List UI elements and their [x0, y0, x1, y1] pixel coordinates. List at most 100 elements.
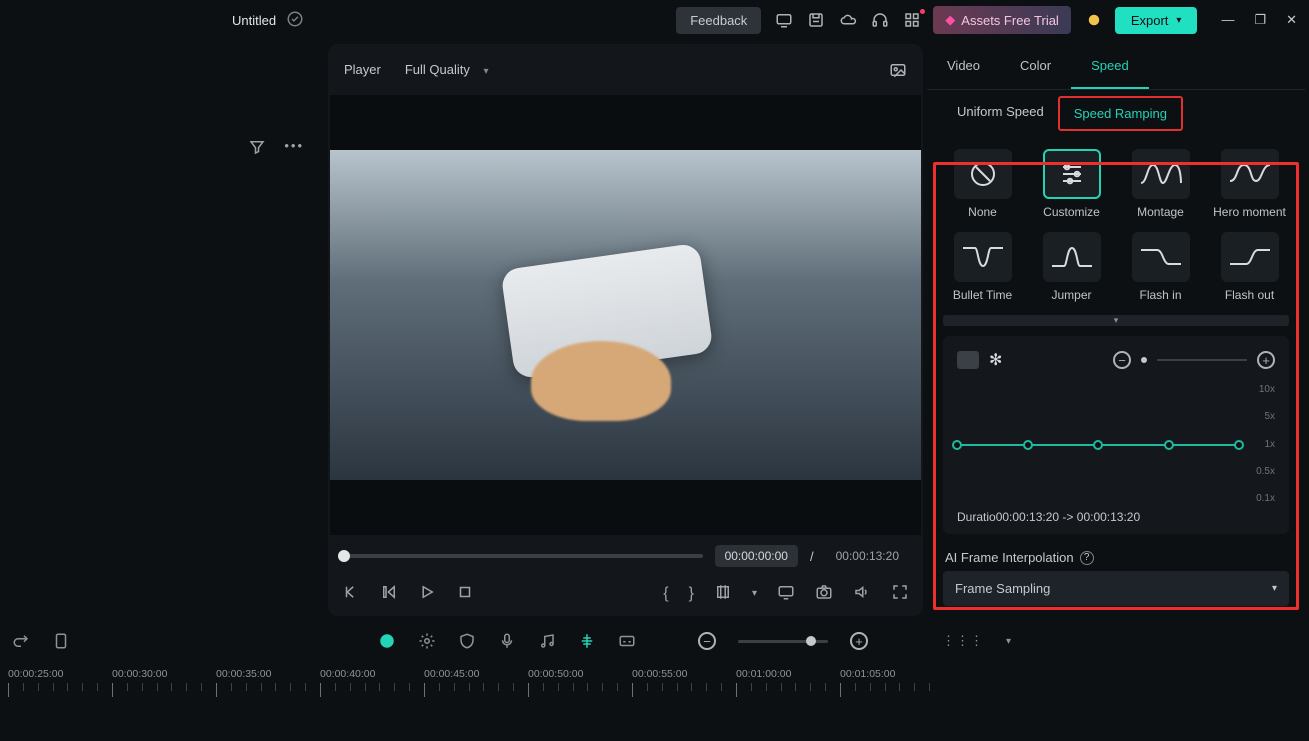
more-icon[interactable]: ••• [284, 138, 304, 159]
preset-bullet[interactable]: Bullet Time [943, 232, 1022, 303]
close-button[interactable]: ✕ [1286, 12, 1297, 28]
camera-icon[interactable] [815, 583, 833, 604]
quality-select[interactable]: Full Quality ▾ [397, 56, 513, 83]
ai-select-value: Frame Sampling [955, 581, 1050, 596]
link-icon[interactable] [578, 632, 596, 650]
timeline-zoom-in[interactable]: + [850, 632, 868, 650]
ruler-label: 00:00:50:00 [528, 668, 632, 680]
preview-frame [330, 150, 921, 480]
preview-viewport[interactable] [330, 95, 921, 535]
mark-out-button[interactable]: } [689, 585, 694, 603]
assets-trial-button[interactable]: ◆ Assets Free Trial [933, 6, 1071, 34]
tab-video[interactable]: Video [927, 44, 1000, 89]
ruler-label: 00:01:00:00 [736, 668, 840, 680]
freeze-frame-icon[interactable]: ✻ [989, 350, 1002, 370]
scrub-handle[interactable] [338, 550, 350, 562]
diamond-icon: ◆ [945, 12, 955, 28]
step-back-button[interactable] [380, 583, 398, 604]
chevron-down-icon: ▾ [1272, 583, 1277, 594]
shield-icon[interactable] [458, 632, 476, 650]
tab-speed[interactable]: Speed [1071, 44, 1149, 89]
ai-interpolation-select[interactable]: Frame Sampling ▾ [943, 571, 1289, 606]
zoom-out-button[interactable]: − [1113, 351, 1131, 369]
timeline-toolbar: − + ⋮⋮⋮ ▾ [0, 620, 1309, 662]
zoom-slider[interactable] [1157, 359, 1247, 361]
cloud-icon[interactable] [839, 11, 857, 29]
snapshot-icon[interactable] [889, 61, 907, 79]
preset-none[interactable]: None [943, 149, 1022, 220]
maximize-button[interactable]: ❐ [1254, 12, 1266, 28]
filter-icon[interactable] [248, 138, 266, 159]
ruler-label: 00:00:40:00 [320, 668, 424, 680]
export-label: Export [1131, 13, 1169, 28]
display-icon[interactable] [777, 583, 795, 604]
volume-icon[interactable] [853, 583, 871, 604]
ai-interpolation-label: AI Frame Interpolation [945, 550, 1074, 565]
scrub-track[interactable] [342, 554, 703, 558]
preset-hero[interactable]: Hero moment [1210, 149, 1289, 220]
apps-icon[interactable] [903, 11, 921, 29]
zoom-in-button[interactable]: + [1257, 351, 1275, 369]
preset-label: Jumper [1051, 288, 1091, 303]
subtab-uniform-speed[interactable]: Uniform Speed [943, 96, 1058, 131]
preset-customize[interactable]: Customize [1032, 149, 1111, 220]
redo-icon[interactable] [12, 632, 30, 650]
grid-icon[interactable]: ⋮⋮⋮ [942, 633, 984, 649]
chevron-down-icon: ▾ [1176, 15, 1181, 26]
preset-flashin[interactable]: Flash in [1121, 232, 1200, 303]
timeline-zoom-out[interactable]: − [698, 632, 716, 650]
media-panel: ••• [0, 44, 320, 616]
music-icon[interactable] [538, 632, 556, 650]
subtab-speed-ramping[interactable]: Speed Ramping [1058, 96, 1183, 131]
trial-label: Assets Free Trial [961, 13, 1059, 28]
timeline-zoom-slider[interactable] [738, 640, 828, 643]
ramp-yticks: 10x 5x 1x 0.5x 0.1x [1243, 384, 1275, 504]
ruler-label: 00:00:25:00 [8, 668, 112, 680]
project-title: Untitled [232, 13, 276, 28]
preset-label: Bullet Time [953, 288, 1012, 303]
timecode-current[interactable]: 00:00:00:00 [715, 545, 798, 567]
ai-icon[interactable] [378, 632, 396, 650]
play-button[interactable] [418, 583, 436, 604]
options-chevron-icon[interactable]: ▾ [1006, 636, 1011, 647]
player-label: Player [344, 62, 381, 77]
mark-in-button[interactable]: { [663, 585, 668, 603]
timeline-ruler[interactable]: 00:00:25:0000:00:30:0000:00:35:0000:00:4… [0, 662, 1309, 710]
save-icon[interactable] [807, 11, 825, 29]
theme-icon[interactable] [1085, 11, 1103, 29]
preset-montage[interactable]: Montage [1121, 149, 1200, 220]
ruler-label: 00:00:45:00 [424, 668, 528, 680]
preset-label: Hero moment [1213, 205, 1286, 220]
chevron-down-icon: ▾ [484, 66, 489, 77]
mic-icon[interactable] [498, 632, 516, 650]
autosave-icon [286, 10, 304, 31]
effects-icon[interactable] [418, 632, 436, 650]
ruler-label: 00:00:30:00 [112, 668, 216, 680]
device-icon[interactable] [775, 11, 793, 29]
player-panel: Player Full Quality ▾ 00:00:00:00 / 00:0… [328, 44, 923, 616]
preset-flashout[interactable]: Flash out [1210, 232, 1289, 303]
prev-frame-button[interactable] [342, 583, 360, 604]
headphones-icon[interactable] [871, 11, 889, 29]
zoom-indicator [1141, 357, 1147, 363]
expand-presets-button[interactable]: ▾ [943, 315, 1289, 326]
ruler-label: 00:00:55:00 [632, 668, 736, 680]
tab-color[interactable]: Color [1000, 44, 1071, 89]
minimize-button[interactable]: ― [1221, 12, 1234, 28]
export-button[interactable]: Export ▾ [1115, 7, 1198, 34]
timecode-sep: / [810, 549, 814, 564]
info-icon[interactable]: ? [1080, 551, 1094, 565]
keyframe-toggle[interactable] [957, 351, 979, 369]
feedback-button[interactable]: Feedback [676, 7, 761, 34]
inspector-panel: Video Color Speed Uniform Speed Speed Ra… [927, 44, 1305, 616]
caption-icon[interactable] [618, 632, 636, 650]
preset-jumper[interactable]: Jumper [1032, 232, 1111, 303]
stop-button[interactable] [456, 583, 474, 604]
preset-label: Flash out [1225, 288, 1274, 303]
chevron-down-icon[interactable]: ▾ [752, 588, 757, 599]
crop-icon[interactable] [714, 583, 732, 604]
ruler-label: 00:00:35:00 [216, 668, 320, 680]
marker-icon[interactable] [52, 632, 70, 650]
ramp-graph[interactable]: 10x 5x 1x 0.5x 0.1x [957, 384, 1275, 504]
fullscreen-icon[interactable] [891, 583, 909, 604]
